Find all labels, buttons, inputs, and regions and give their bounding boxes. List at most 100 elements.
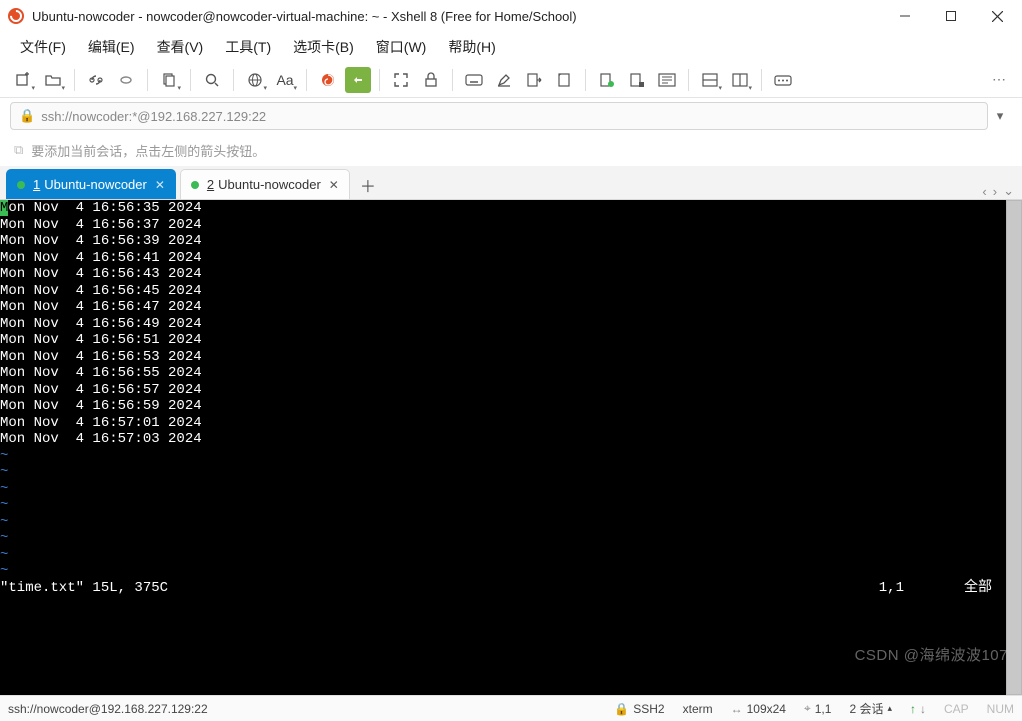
tile-v-button[interactable]: ▾: [727, 67, 753, 93]
minimize-button[interactable]: [882, 0, 928, 32]
open-button[interactable]: ▾: [40, 67, 66, 93]
tab-prev-button[interactable]: ‹: [982, 184, 986, 199]
menubar: 文件(F)编辑(E)查看(V)工具(T)选项卡(B)窗口(W)帮助(H): [0, 32, 1022, 62]
unlink-icon: [118, 72, 134, 88]
status-bar: ssh://nowcoder@192.168.227.129:22 🔒SSH2 …: [0, 695, 1022, 721]
tab-next-button[interactable]: ›: [993, 184, 997, 199]
new-session-button[interactable]: ▾: [10, 67, 36, 93]
status-num: NUM: [987, 702, 1014, 716]
reconnect-button[interactable]: [83, 67, 109, 93]
minimize-icon: [900, 11, 910, 21]
status-dot-icon: [17, 181, 25, 189]
lock-button[interactable]: [418, 67, 444, 93]
new-tab-button[interactable]: ＋: [354, 171, 382, 199]
separator: [452, 69, 453, 91]
folder-icon: [45, 72, 61, 88]
swirl-icon: [320, 72, 336, 88]
keymap-button[interactable]: [461, 67, 487, 93]
fullscreen-icon: [393, 72, 409, 88]
status-network: ↑↓: [910, 702, 926, 716]
encoding-button[interactable]: ▾: [242, 67, 268, 93]
xftp-icon: [351, 73, 365, 87]
maximize-button[interactable]: [928, 0, 974, 32]
log-start-button[interactable]: [594, 67, 620, 93]
search-button[interactable]: [199, 67, 225, 93]
terminal[interactable]: Mon Nov 4 16:56:35 2024Mon Nov 4 16:56:3…: [0, 200, 1006, 695]
font-button[interactable]: Aa▾: [272, 67, 298, 93]
session-tab[interactable]: 1Ubuntu-nowcoder✕: [6, 169, 176, 199]
xftp-button[interactable]: [345, 67, 371, 93]
address-input[interactable]: 🔒 ssh://nowcoder:*@192.168.227.129:22: [10, 102, 988, 130]
separator: [761, 69, 762, 91]
fullscreen-button[interactable]: [388, 67, 414, 93]
export-icon: [526, 72, 542, 88]
script-icon: [556, 72, 572, 88]
toolbar-overflow-button[interactable]: ⋯: [986, 67, 1012, 93]
tab-number: 2: [207, 177, 214, 192]
status-connection: ssh://nowcoder@192.168.227.129:22: [8, 702, 208, 716]
lock-icon: [424, 72, 438, 88]
log-stop-icon: [629, 72, 645, 88]
lock-small-icon: 🔒: [614, 702, 629, 716]
close-icon: [992, 11, 1003, 22]
status-dot-icon: [191, 181, 199, 189]
globe-icon: [247, 72, 263, 88]
link-icon: [88, 72, 104, 88]
menu-w[interactable]: 窗口(W): [366, 35, 437, 59]
address-dropdown[interactable]: ▾: [988, 108, 1012, 124]
highlight-button[interactable]: [491, 67, 517, 93]
tab-nav: ‹ › ⌄: [982, 183, 1022, 199]
separator: [74, 69, 75, 91]
tab-list-button[interactable]: ⌄: [1003, 183, 1014, 199]
app-icon: [8, 8, 24, 24]
hint-add-icon[interactable]: ⧉: [14, 142, 23, 158]
window-title: Ubuntu-nowcoder - nowcoder@nowcoder-virt…: [32, 9, 882, 24]
address-text: ssh://nowcoder:*@192.168.227.129:22: [41, 109, 266, 124]
menu-h[interactable]: 帮助(H): [438, 35, 505, 59]
font-label: Aa: [276, 72, 293, 88]
highlight-icon: [496, 72, 512, 88]
log-view-button[interactable]: [654, 67, 680, 93]
app-window: Ubuntu-nowcoder - nowcoder@nowcoder-virt…: [0, 0, 1022, 721]
compose-icon: [774, 73, 792, 87]
script-button[interactable]: [551, 67, 577, 93]
terminal-area: Mon Nov 4 16:56:35 2024Mon Nov 4 16:56:3…: [0, 200, 1022, 695]
status-cap: CAP: [944, 702, 969, 716]
status-size: ↔109x24: [731, 702, 786, 716]
status-sessions[interactable]: 2 会话 ▴: [849, 700, 892, 717]
disconnect-button[interactable]: [113, 67, 139, 93]
separator: [190, 69, 191, 91]
session-tab[interactable]: 2Ubuntu-nowcoder✕: [180, 169, 350, 199]
copy-button[interactable]: ▾: [156, 67, 182, 93]
status-term: xterm: [683, 702, 713, 716]
keyboard-icon: [465, 73, 483, 87]
copy-icon: [161, 72, 177, 88]
export-button[interactable]: [521, 67, 547, 93]
compose-button[interactable]: [770, 67, 796, 93]
tab-number: 1: [33, 177, 40, 192]
close-button[interactable]: [974, 0, 1020, 32]
terminal-scrollbar[interactable]: [1006, 200, 1022, 695]
maximize-icon: [946, 11, 956, 21]
address-bar: 🔒 ssh://nowcoder:*@192.168.227.129:22 ▾: [0, 98, 1022, 134]
menu-f[interactable]: 文件(F): [10, 35, 76, 59]
xshell-button[interactable]: [315, 67, 341, 93]
tab-close-button[interactable]: ✕: [155, 178, 165, 192]
status-protocol: 🔒SSH2: [614, 702, 664, 716]
separator: [688, 69, 689, 91]
menu-e[interactable]: 编辑(E): [78, 35, 145, 59]
cursor-icon: ⌖: [804, 701, 811, 716]
log-stop-button[interactable]: [624, 67, 650, 93]
menu-t[interactable]: 工具(T): [215, 35, 281, 59]
tab-close-button[interactable]: ✕: [329, 178, 339, 192]
scrollbar-thumb[interactable]: [1006, 200, 1022, 695]
log-start-icon: [599, 72, 615, 88]
tile-h-icon: [702, 73, 718, 87]
menu-v[interactable]: 查看(V): [147, 35, 214, 59]
log-view-icon: [658, 73, 676, 87]
tile-v-icon: [732, 73, 748, 87]
tab-strip: 1Ubuntu-nowcoder✕2Ubuntu-nowcoder✕＋ ‹ › ⌄: [0, 166, 1022, 200]
menu-b[interactable]: 选项卡(B): [283, 35, 364, 59]
tile-h-button[interactable]: ▾: [697, 67, 723, 93]
titlebar: Ubuntu-nowcoder - nowcoder@nowcoder-virt…: [0, 0, 1022, 32]
